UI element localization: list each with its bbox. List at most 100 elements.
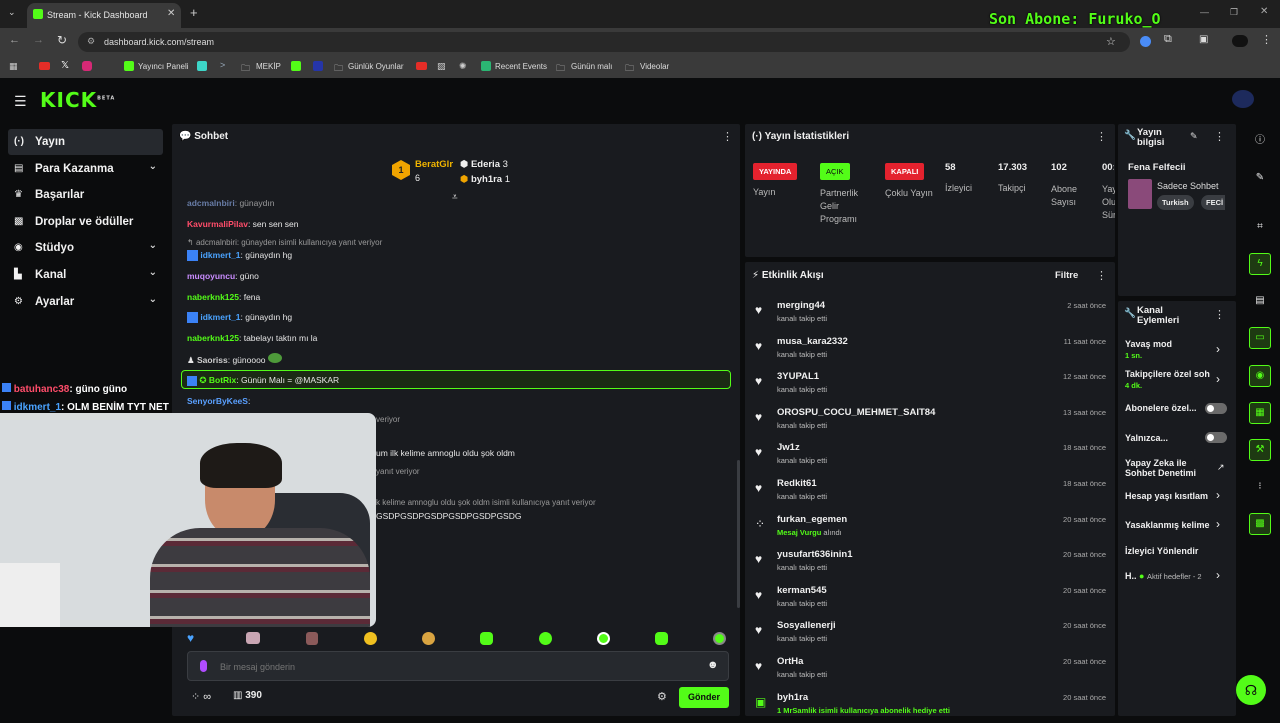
chat-username[interactable]: naberknk125 [187, 333, 239, 343]
profile-avatar[interactable] [1232, 35, 1248, 47]
chat-username[interactable]: naberknk125 [187, 292, 239, 302]
channel-actions-menu-icon[interactable]: ⋮ [1214, 308, 1225, 321]
ai-moderation-action[interactable]: Yapay Zeka ile Sohbet Denetimi [1125, 458, 1205, 478]
sidebar-item-kanal[interactable]: ▙ Kanal ⌄ [8, 262, 163, 288]
activity-item[interactable]: ♥ kerman545 kanalı takip etti 20 saat önce [754, 582, 1106, 616]
extension-icon[interactable] [1140, 36, 1151, 47]
activity-username[interactable]: Redkit61 [777, 478, 817, 489]
kick-emote-icon[interactable] [655, 632, 668, 645]
sidebar-item-droplar[interactable]: ▩ Droplar ve ödüller [8, 209, 163, 235]
kick-emote-icon[interactable] [480, 632, 493, 645]
clapper-icon[interactable]: ▩ [1249, 513, 1271, 535]
chat-menu-icon[interactable]: ⋮ [722, 130, 733, 143]
activity-item[interactable]: ♥ OrtHa kanalı takip etti 20 saat önce [754, 653, 1106, 687]
bookmark-gunun-mali[interactable]: Günün malı [571, 62, 612, 71]
activity-item[interactable]: ⁘ furkan_egemen Mesaj Vurgu alındı 20 saat … [754, 511, 1106, 545]
window-close-icon[interactable]: ✕ [1260, 6, 1268, 17]
edit-pencil-icon[interactable]: ✎ [1190, 131, 1198, 142]
chat-icon[interactable]: ▭ [1249, 327, 1271, 349]
subscribers-only-toggle[interactable] [1205, 403, 1227, 414]
support-chat-icon[interactable]: ☊ [1236, 675, 1266, 705]
top-gifter-3[interactable]: ⬢ byh1ra 1 [460, 174, 510, 185]
minimize-icon[interactable]: — [1200, 7, 1209, 17]
account-age-action[interactable]: Hesap yaşı kısıtlam [1125, 491, 1213, 501]
activity-item[interactable]: ▣ byh1ra 1 MrSamlik isimli kullanıcıya abo… [754, 689, 1106, 723]
emote-icon[interactable] [422, 632, 435, 645]
kick-emote-icon[interactable] [539, 632, 552, 645]
chat-username[interactable]: adcmalnbiri [187, 198, 235, 208]
bookmark-app-icon[interactable] [197, 61, 207, 71]
layout-icon[interactable]: ▦ [1249, 402, 1271, 424]
activity-username[interactable]: OROSPU_COCU_MEHMET_SAIT84 [777, 407, 935, 418]
broadcast-icon[interactable]: ◉ [1249, 365, 1271, 387]
chat-settings-icon[interactable]: ⚙ [657, 690, 667, 703]
back-icon[interactable]: ← [9, 34, 20, 46]
activity-item[interactable]: ♥ yusufart636inin1 kanalı takip etti 20 saa… [754, 546, 1106, 580]
top-gifter-name[interactable]: BeratGlr [415, 159, 453, 170]
forward-icon[interactable]: → [33, 34, 44, 46]
hamburger-menu-icon[interactable]: ☰ [14, 93, 27, 110]
bookmark-gunluk-oyunlar[interactable]: Günlük Oyunlar [348, 62, 404, 71]
category-name[interactable]: Sadece Sohbet [1157, 181, 1225, 191]
collapse-pinned-icon[interactable]: ⩡ [452, 192, 458, 203]
tab-list-icon[interactable]: ⌄ [8, 7, 16, 18]
chat-username[interactable]: idkmert_1 [200, 250, 240, 260]
bookmark-recent-events[interactable]: Recent Events [495, 62, 547, 71]
filter-button[interactable]: Filtre [1055, 270, 1078, 281]
activity-username[interactable]: byh1ra [777, 692, 808, 703]
side-panel-icon[interactable]: ▣ [1199, 34, 1208, 45]
banned-words-action[interactable]: Yasaklanmış kelime [1125, 520, 1213, 530]
user-avatar[interactable] [1232, 90, 1254, 108]
activity-username[interactable]: 3YUPAL1 [777, 371, 819, 382]
activity-item[interactable]: ♥ merging44 kanalı takip etti 2 saat önce [754, 297, 1106, 331]
youtube-icon[interactable] [39, 62, 50, 70]
maximize-icon[interactable]: ❐ [1230, 7, 1238, 18]
activity-item[interactable]: ♥ OROSPU_COCU_MEHMET_SAIT84 kanalı takip e… [754, 404, 1106, 438]
activity-item[interactable]: ♥ Redkit61 kanalı takip etti 18 saat önce [754, 475, 1106, 509]
points-balance[interactable]: ⁘ ∞ [191, 690, 211, 703]
chat-scrollbar[interactable] [737, 460, 740, 608]
chevron-right-icon[interactable]: › [1216, 372, 1220, 386]
chat-username[interactable]: SenyorByKeeS [187, 396, 248, 406]
store-balance[interactable]: ▥ 390 [233, 690, 262, 701]
extensions-puzzle-icon[interactable]: ⧉ [1164, 33, 1172, 46]
close-tab-icon[interactable]: ✕ [167, 8, 175, 19]
activity-username[interactable]: kerman545 [777, 585, 827, 596]
slow-mode-action[interactable]: Yavaş mod 1 sn. [1125, 339, 1172, 360]
openai-icon[interactable]: ✺ [459, 61, 467, 72]
viewer-redirect-action[interactable]: İzleyici Yönlendir [1125, 546, 1198, 556]
activity-menu-icon[interactable]: ⋮ [1096, 269, 1107, 282]
followers-only-action[interactable]: Takipçilere özel soh 4 dk. [1125, 369, 1213, 390]
emotes-only-toggle[interactable] [1205, 432, 1227, 443]
activity-username[interactable]: Sosyallenerji [777, 620, 836, 631]
edit-icon[interactable]: ✎ [1249, 167, 1271, 189]
goals-action[interactable]: H.. ● Aktif hedefler - 2 [1125, 571, 1202, 581]
activity-username[interactable]: musa_kara2332 [777, 336, 848, 347]
bookmark-mekip[interactable]: MEKİP [256, 62, 281, 71]
bookmark-videolar[interactable]: Videolar [640, 62, 669, 71]
activity-username[interactable]: yusufart636inin1 [777, 549, 853, 560]
sidebar-item-studyo[interactable]: ◉ Stüdyo ⌄ [8, 235, 163, 261]
bookmark-yayinci-paneli[interactable]: Yayıncı Paneli [138, 62, 189, 71]
kick-bookmark-icon[interactable] [291, 61, 301, 71]
browser-menu-icon[interactable]: ⋮ [1261, 33, 1272, 46]
chat-username[interactable]: muqoyuncu [187, 271, 235, 281]
chevron-right-icon[interactable]: › [1216, 517, 1220, 531]
blue-heart-emote-icon[interactable]: ♥ [187, 631, 194, 645]
sidebar-item-yayin[interactable]: (·) Yayın [8, 129, 163, 155]
emote-icon[interactable] [246, 632, 260, 644]
activity-username[interactable]: OrtHa [777, 656, 803, 667]
document-icon[interactable]: ▤ [1249, 290, 1271, 312]
chat-input-box[interactable]: ☻ [187, 651, 729, 681]
bookmark-star-icon[interactable]: ☆ [1106, 35, 1116, 48]
kick-logo[interactable]: KICKBETA [40, 88, 115, 112]
prime-icon[interactable]: > [220, 60, 225, 70]
image-icon[interactable]: ▨ [437, 61, 446, 72]
activity-username[interactable]: Jw1z [777, 442, 800, 453]
external-link-icon[interactable]: ↗ [1217, 462, 1225, 473]
activity-item[interactable]: ♥ Jw1z kanalı takip etti 18 saat önce [754, 439, 1106, 473]
kick-emote-icon[interactable] [597, 632, 610, 645]
bolt-icon[interactable]: ϟ [1249, 253, 1271, 275]
chevron-right-icon[interactable]: › [1216, 342, 1220, 356]
more-icon[interactable]: ⁝ [1249, 476, 1271, 498]
